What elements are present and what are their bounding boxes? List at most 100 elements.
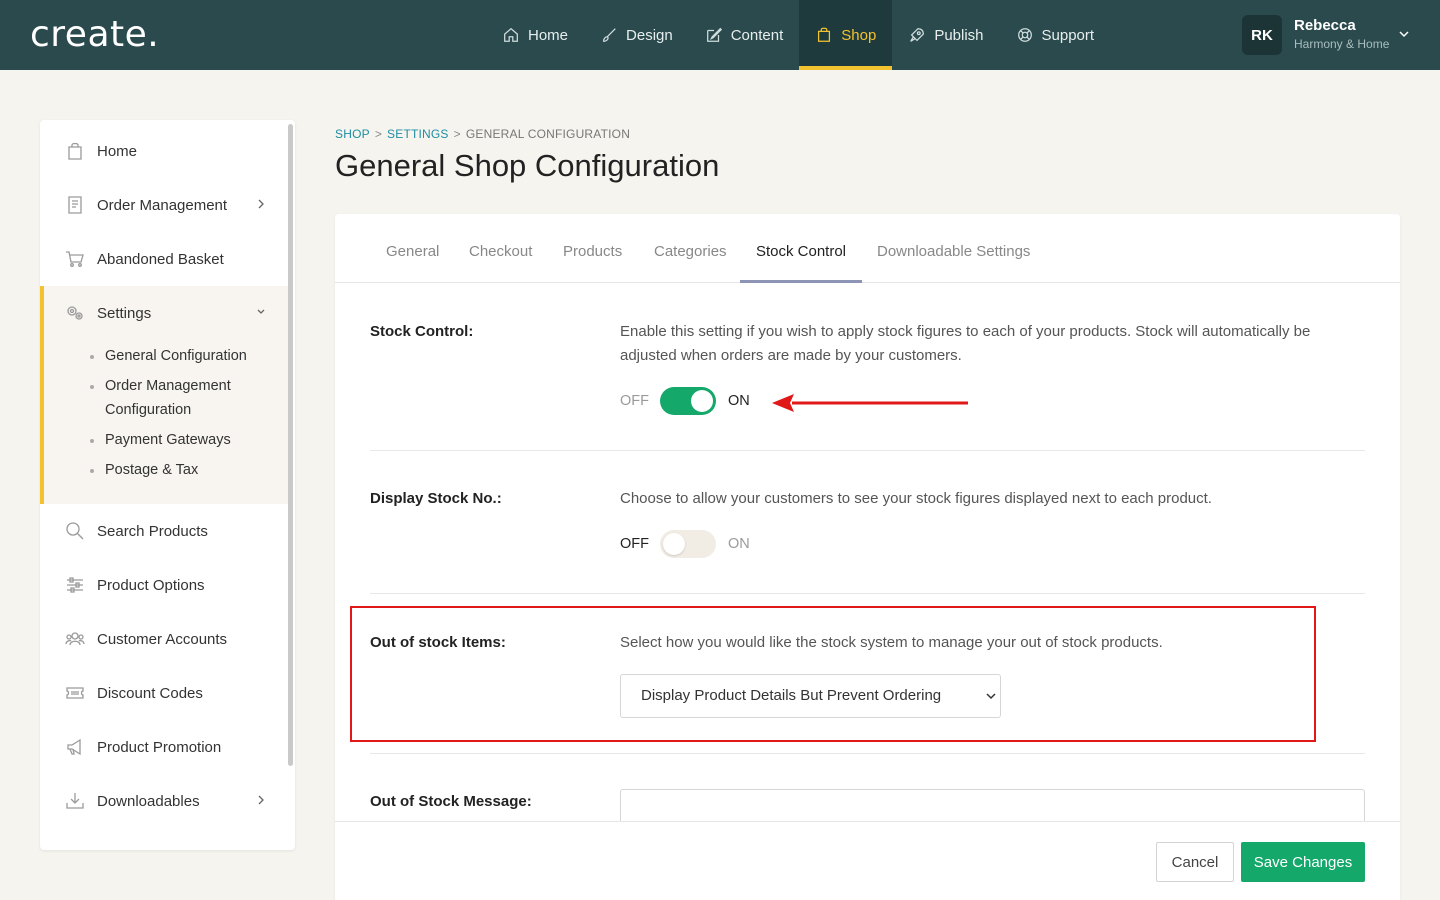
cancel-button[interactable]: Cancel (1156, 842, 1234, 882)
sidebar-item-label: Order Management (97, 196, 228, 214)
nav-support[interactable]: Support (1000, 0, 1111, 70)
chevron-right-icon (258, 199, 264, 209)
shopping-bag-icon (68, 142, 82, 160)
sidebar-item-label: Discount Codes (97, 684, 203, 702)
sidebar: Home Order Management Abandoned Basket S… (40, 120, 295, 850)
nav-home[interactable]: Home (486, 0, 584, 70)
tab-general[interactable]: General (386, 214, 439, 283)
search-icon (66, 522, 84, 540)
cart-icon (66, 251, 84, 267)
sidebar-item-label: Customer Accounts (97, 630, 228, 648)
nav-design[interactable]: Design (584, 0, 689, 70)
nav-shop-label: Shop (841, 26, 877, 44)
sidebar-subitem-label: Payment Gateways (105, 432, 231, 448)
settings-card: General Checkout Products Categories Sto… (335, 214, 1400, 900)
nav-content[interactable]: Content (689, 0, 800, 70)
nav-shop[interactable]: Shop (799, 0, 893, 70)
download-icon (66, 793, 84, 809)
breadcrumb-separator: > (453, 127, 461, 141)
main-nav: Home Design Content Shop Publish Support (486, 0, 1110, 70)
tab-stock-control[interactable]: Stock Control (740, 214, 862, 283)
display-stock-on-label: ON (728, 536, 750, 552)
sidebar-subitem-label: Order Management Configuration (105, 378, 231, 418)
stock-control-toggle[interactable] (660, 387, 716, 415)
app-logo[interactable]: create. (30, 14, 159, 55)
sidebar-item-product-options[interactable]: Product Options (40, 558, 288, 612)
avatar: RK (1242, 15, 1282, 55)
divider (370, 753, 1365, 754)
users-icon (65, 632, 85, 646)
out-of-stock-message-label: Out of Stock Message: (370, 793, 532, 810)
settings-section: Settings General Configuration Order Man… (40, 286, 288, 504)
sidebar-item-label: Home (97, 142, 138, 160)
user-name: Rebecca (1294, 17, 1356, 34)
sidebar-item-label: Product Options (97, 576, 205, 594)
page-title: General Shop Configuration (335, 148, 720, 183)
ticket-icon (66, 687, 84, 699)
stock-control-off-label: OFF (620, 393, 649, 409)
save-changes-button[interactable]: Save Changes (1241, 842, 1365, 882)
sidebar-subitem-order-management-configuration[interactable]: Order Management Configuration (90, 374, 270, 422)
stock-control-on-label: ON (728, 393, 750, 409)
user-menu[interactable]: RK Rebecca Harmony & Home (1242, 15, 1389, 55)
breadcrumb-current: GENERAL CONFIGURATION (465, 127, 631, 141)
tab-downloadable-settings[interactable]: Downloadable Settings (877, 214, 1030, 283)
nav-publish[interactable]: Publish (892, 0, 999, 70)
sidebar-item-search-products[interactable]: Search Products (40, 504, 288, 558)
sidebar-subitem-payment-gateways[interactable]: Payment Gateways (90, 428, 231, 452)
display-stock-description: Choose to allow your customers to see yo… (620, 490, 1212, 507)
display-stock-label: Display Stock No.: (370, 490, 502, 507)
edit-icon (706, 27, 722, 42)
user-company: Harmony & Home (1294, 37, 1390, 51)
arrow-left-annotation-icon (772, 394, 968, 412)
breadcrumb-settings[interactable]: SETTINGS (387, 127, 449, 141)
sidebar-subitem-postage-tax[interactable]: Postage & Tax (90, 458, 198, 482)
sidebar-item-discount-codes[interactable]: Discount Codes (40, 666, 288, 720)
sidebar-item-downloadables[interactable]: Downloadables (40, 774, 288, 828)
sidebar-item-settings[interactable]: Settings (40, 286, 288, 340)
sidebar-subitem-general-configuration[interactable]: General Configuration (90, 344, 247, 368)
brush-icon (602, 28, 616, 42)
nav-home-label: Home (528, 26, 569, 44)
home-icon (504, 27, 518, 42)
sidebar-item-product-promotion[interactable]: Product Promotion (40, 720, 288, 774)
lifebuoy-icon (1017, 28, 1032, 42)
sidebar-item-label: Product Promotion (97, 738, 222, 756)
tab-checkout[interactable]: Checkout (469, 214, 532, 283)
nav-support-label: Support (1041, 26, 1095, 44)
sidebar-subitem-label: Postage & Tax (105, 462, 199, 478)
rocket-icon (910, 28, 925, 42)
gears-icon (67, 306, 83, 320)
toggle-knob (663, 533, 685, 555)
tab-products[interactable]: Products (563, 214, 622, 283)
toggle-knob (691, 390, 713, 412)
stock-control-label: Stock Control: (370, 323, 474, 340)
divider (370, 450, 1365, 451)
sidebar-item-customer-accounts[interactable]: Customer Accounts (40, 612, 288, 666)
sidebar-item-label: Search Products (97, 522, 208, 540)
breadcrumb: SHOP > SETTINGS > GENERAL CONFIGURATION (335, 127, 630, 141)
nav-content-label: Content (730, 26, 784, 44)
sidebar-scrollbar[interactable] (288, 124, 293, 766)
sidebar-item-label: Downloadables (97, 792, 200, 810)
stock-control-description: Enable this setting if you wish to apply… (620, 323, 1311, 364)
breadcrumb-shop[interactable]: SHOP (335, 127, 370, 141)
sidebar-item-label: Settings (97, 304, 152, 322)
nav-publish-label: Publish (934, 26, 984, 44)
chevron-down-icon (257, 309, 265, 314)
tab-bar: General Checkout Products Categories Sto… (335, 214, 1400, 283)
breadcrumb-separator: > (374, 127, 383, 141)
form-footer: Cancel Save Changes (335, 821, 1400, 900)
sidebar-item-order-management[interactable]: Order Management (40, 178, 288, 232)
sidebar-item-label: Abandoned Basket (97, 250, 224, 268)
sliders-icon (67, 577, 83, 593)
display-stock-toggle[interactable] (660, 530, 716, 558)
sidebar-item-home[interactable]: Home (40, 124, 288, 178)
highlight-box-annotation (350, 606, 1316, 742)
nav-design-label: Design (626, 26, 673, 44)
top-navigation-bar: create. Home Design Content Shop Publish… (0, 0, 1440, 70)
sidebar-item-abandoned-basket[interactable]: Abandoned Basket (40, 232, 288, 286)
chevron-down-icon[interactable] (1398, 28, 1410, 40)
user-info: Rebecca Harmony & Home (1294, 17, 1389, 53)
tab-categories[interactable]: Categories (654, 214, 727, 283)
